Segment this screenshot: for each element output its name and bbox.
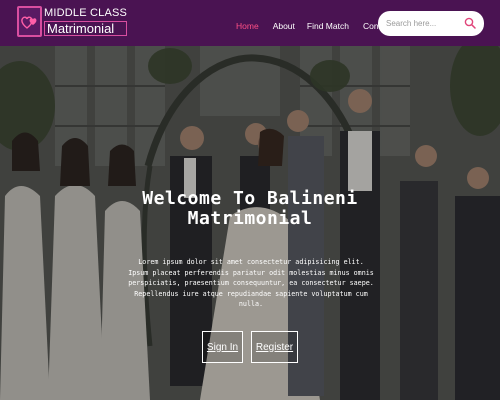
logo-title: MIDDLE CLASS — [44, 6, 128, 19]
navbar: MIDDLE CLASS Matrimonial Home About Find… — [0, 0, 500, 46]
hero-description: Lorem ipsum dolor sit amet consectetur a… — [128, 258, 374, 308]
logo[interactable]: MIDDLE CLASS Matrimonial — [17, 6, 128, 37]
nav-home[interactable]: Home — [236, 21, 259, 31]
hearts-logo-icon — [17, 6, 42, 37]
main-nav: Home About Find Match Contact — [236, 21, 392, 31]
register-button[interactable]: Register — [251, 331, 298, 363]
nav-find-match[interactable]: Find Match — [307, 21, 349, 31]
logo-subtitle: Matrimonial — [44, 20, 128, 36]
sign-in-button[interactable]: Sign In — [202, 331, 243, 363]
hero-title: Welcome To Balineni Matrimonial — [0, 189, 500, 229]
search-input[interactable] — [386, 19, 462, 28]
hero-section: Welcome To Balineni Matrimonial Lorem ip… — [0, 46, 500, 400]
nav-about[interactable]: About — [273, 21, 295, 31]
hero-title-line1: Welcome To Balineni — [142, 188, 358, 209]
search-icon[interactable] — [464, 17, 476, 29]
search-box — [378, 11, 484, 36]
hero-title-line2: Matrimonial — [187, 208, 313, 229]
